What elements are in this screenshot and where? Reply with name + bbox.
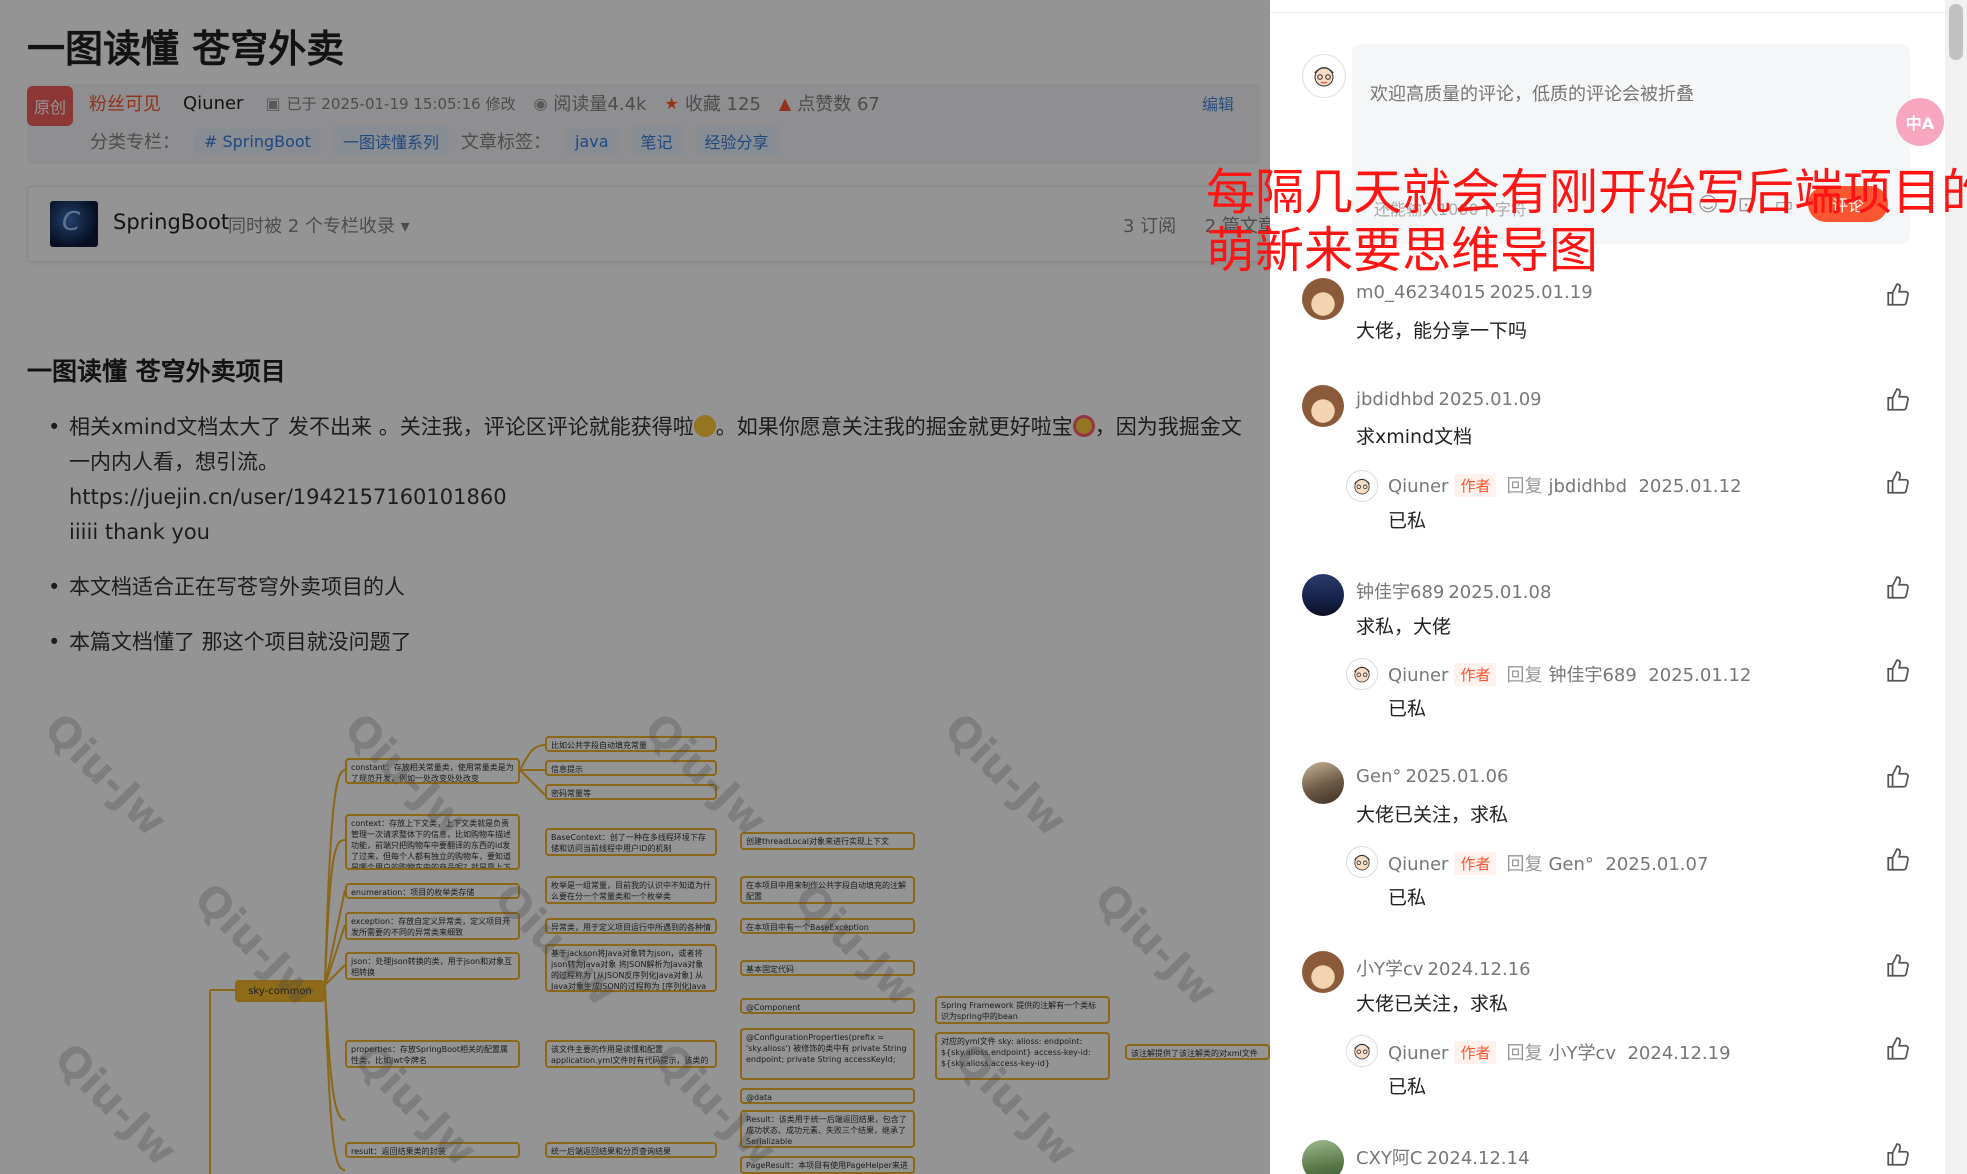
comment-date: 2025.01.09 [1438,389,1542,410]
comment-meta: 小Y学cv 2024.12.16 [1356,955,1531,981]
commenter-avatar[interactable] [1302,574,1344,616]
my-avatar [1302,54,1346,98]
thumb-up-icon[interactable] [1885,575,1911,601]
comment-text: 求私，大佬 [1356,616,1452,638]
replier-name[interactable]: Qiuner [1388,665,1448,686]
thumb-up-icon[interactable] [1885,658,1911,684]
divider [1270,12,1950,13]
reply-word: 回复 [1506,476,1543,497]
scrollbar-thumb[interactable] [1949,4,1963,60]
replier-name[interactable]: Qiuner [1388,1043,1448,1064]
caption-line: 萌新来要思维导图 [1206,222,1599,279]
cartoon-face-icon [1354,478,1370,495]
reply-text: 已私 [1388,1076,1427,1098]
translate-button[interactable]: 中A [1896,98,1944,146]
replier-name[interactable]: Qiuner [1388,476,1448,497]
comment-date: 2024.12.14 [1426,1148,1530,1169]
reply-meta: Qiuner 作者 回复 jbdidhbd 2025.01.12 [1388,472,1742,498]
caption-line: 每隔几天就会有刚开始写后端项目的 [1206,164,1967,221]
commenter-avatar[interactable] [1302,1140,1344,1174]
comment-input[interactable] [1370,64,1890,124]
comment-date: 2024.12.16 [1427,959,1531,980]
thumb-up-icon[interactable] [1885,953,1911,979]
author-badge: 作者 [1454,1041,1497,1064]
modal-backdrop[interactable] [0,0,1270,1174]
author-badge: 作者 [1454,474,1497,497]
cartoon-face-icon [1354,1043,1370,1060]
thumb-up-icon[interactable] [1885,470,1911,496]
replier-avatar[interactable] [1346,1035,1378,1067]
commenter-avatar[interactable] [1302,951,1344,993]
commenter-name[interactable]: jbdidhbd [1356,389,1435,410]
reply-meta: Qiuner 作者 回复 小Y学cv 2024.12.19 [1388,1039,1731,1065]
cartoon-face-icon [1354,666,1370,683]
reply-target[interactable]: 小Y学cv [1548,1043,1616,1064]
comment-text: 大佬，能分享一下吗 [1356,320,1528,342]
reply-meta: Qiuner 作者 回复 Gen° 2025.01.07 [1388,850,1708,876]
comment-meta: m0_46234015 2025.01.19 [1356,282,1593,303]
reply-date: 2025.01.12 [1648,665,1752,686]
author-badge: 作者 [1454,852,1497,875]
commenter-avatar[interactable] [1302,762,1344,804]
thumb-up-icon[interactable] [1885,764,1911,790]
commenter-name[interactable]: CXY阿C [1356,1148,1422,1169]
reply-word: 回复 [1506,854,1543,875]
reply-target[interactable]: jbdidhbd [1548,476,1627,497]
replier-avatar[interactable] [1346,846,1378,878]
commenter-name[interactable]: 小Y学cv [1356,959,1424,980]
comment-meta: CXY阿C 2024.12.14 [1356,1144,1530,1170]
comment-date: 2025.01.19 [1489,282,1593,303]
commenter-name[interactable]: 钟佳宇689 [1356,582,1444,603]
cartoon-face-icon [1354,854,1370,871]
thumb-up-icon[interactable] [1885,1142,1911,1168]
author-badge: 作者 [1454,663,1497,686]
reply-date: 2024.12.19 [1627,1043,1731,1064]
reply-meta: Qiuner 作者 回复 钟佳宇689 2025.01.12 [1388,661,1751,687]
comment-date: 2025.01.08 [1448,582,1552,603]
reply-date: 2025.01.12 [1638,476,1742,497]
comment-text: 大佬已关注，求私 [1356,993,1509,1015]
thumb-up-icon[interactable] [1885,847,1911,873]
reply-word: 回复 [1506,1043,1543,1064]
reply-date: 2025.01.07 [1605,854,1709,875]
thumb-up-icon[interactable] [1885,1036,1911,1062]
commenter-name[interactable]: m0_46234015 [1356,282,1486,303]
comment-meta: Gen° 2025.01.06 [1356,766,1509,787]
reply-text: 已私 [1388,887,1427,909]
reply-target[interactable]: Gen° [1548,854,1593,875]
thumb-up-icon[interactable] [1885,387,1911,413]
reply-word: 回复 [1506,665,1543,686]
comment-meta: 钟佳宇689 2025.01.08 [1356,578,1551,604]
reply-text: 已私 [1388,698,1427,720]
comment-meta: jbdidhbd 2025.01.09 [1356,389,1542,410]
commenter-avatar[interactable] [1302,385,1344,427]
comment-date: 2025.01.06 [1405,766,1509,787]
article-area: 一图读懂 苍穹外卖 原创 粉丝可见 Qiuner ▣ 已于 2025-01-19… [0,0,1270,1174]
reply-target[interactable]: 钟佳宇689 [1548,665,1636,686]
annotation-caption: 每隔几天就会有刚开始写后端项目的 萌新来要思维导图 [1206,164,1967,280]
replier-avatar[interactable] [1346,470,1378,502]
comment-text: 大佬已关注，求私 [1356,804,1509,826]
replier-avatar[interactable] [1346,658,1378,690]
reply-text: 已私 [1388,510,1427,532]
commenter-avatar[interactable] [1302,278,1344,320]
commenter-name[interactable]: Gen° [1356,766,1401,787]
replier-name[interactable]: Qiuner [1388,854,1448,875]
thumb-up-icon[interactable] [1885,282,1911,308]
comment-text: 求xmind文档 [1356,426,1473,448]
cartoon-face-icon [1314,67,1334,87]
